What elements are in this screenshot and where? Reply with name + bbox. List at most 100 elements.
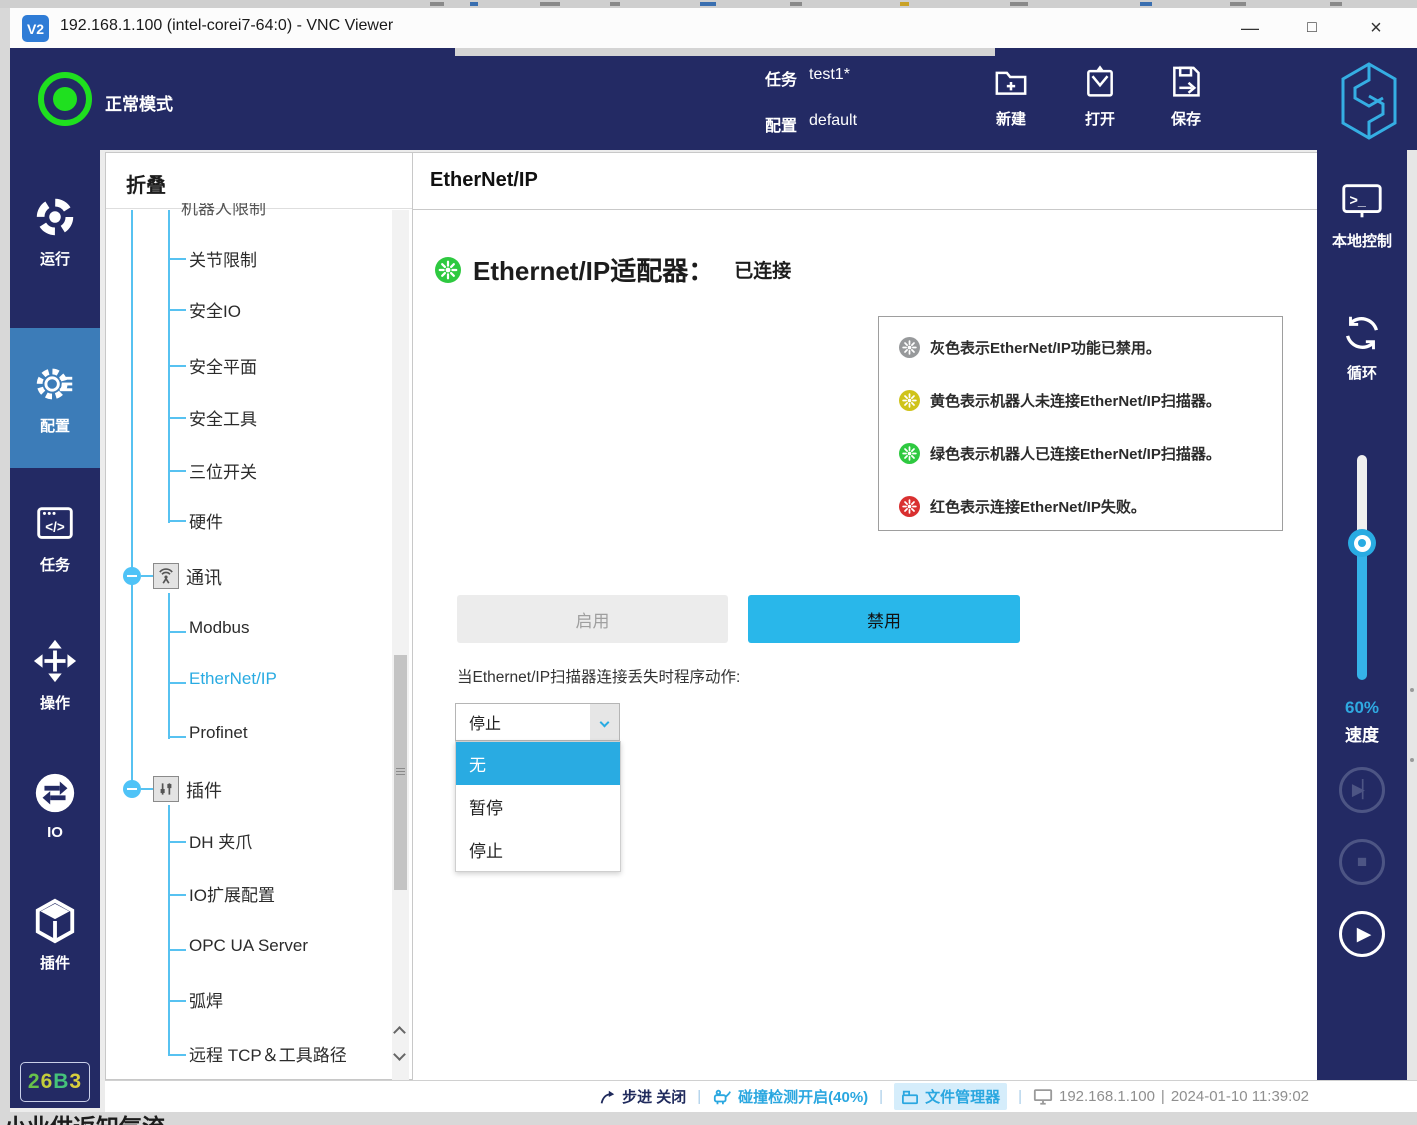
disable-button[interactable]: 禁用: [748, 595, 1020, 643]
select-chevron-box[interactable]: [590, 704, 619, 740]
scrollbar-thumb[interactable]: [394, 655, 407, 890]
tree-branch-line: [168, 593, 170, 739]
option-pause[interactable]: 暂停: [456, 785, 620, 828]
tree-item-modbus[interactable]: Modbus: [189, 618, 249, 644]
red-status-icon: [899, 496, 920, 517]
plugin-node-icon: [153, 776, 179, 802]
tree-item-safety-tool[interactable]: 安全工具: [189, 405, 257, 431]
main-content: EtherNet/IP Ethernet/IP适配器： 已连接 灰色表示Ethe…: [413, 152, 1317, 1080]
lost-connection-action-label: 当Ethernet/IP扫描器连接丢失时程序动作:: [457, 665, 740, 687]
save-button[interactable]: 保存: [1151, 58, 1221, 142]
tree-node-comm[interactable]: 通讯: [186, 564, 222, 590]
option-none[interactable]: 无: [456, 742, 620, 785]
gray-status-icon: [899, 337, 920, 358]
scroll-up-icon[interactable]: [393, 1026, 406, 1039]
folder-icon: [901, 1089, 919, 1105]
open-button[interactable]: 打开: [1065, 58, 1135, 142]
new-button[interactable]: 新建: [976, 58, 1046, 142]
step-arrow-icon: [598, 1088, 616, 1106]
loop-button[interactable]: 循环: [1317, 310, 1407, 383]
legend-infobox: 灰色表示EtherNet/IP功能已禁用。 黄色表示机器人未连接EtherNet…: [878, 316, 1283, 531]
app-window: 正常模式 任务 test1* 配置 default 新建 打开: [10, 48, 1417, 1112]
brand-logo: [1338, 60, 1400, 142]
tree-node-plugin[interactable]: 插件: [186, 777, 222, 803]
svg-text:>_: >_: [1350, 193, 1367, 209]
file-manager-button[interactable]: 文件管理器: [894, 1083, 1007, 1110]
speed-slider-fill[interactable]: [1357, 543, 1367, 680]
ip-address: 192.168.1.100: [1059, 1088, 1155, 1105]
maximize-button[interactable]: □: [1290, 8, 1334, 48]
sidebar-item-plugin[interactable]: 插件: [10, 876, 100, 994]
enable-button[interactable]: 启用: [457, 595, 728, 643]
tree-item-io-extension[interactable]: IO扩展配置: [189, 881, 275, 907]
green-status-icon: [899, 443, 920, 464]
collapse-toggle-plugin[interactable]: [123, 780, 141, 798]
tree-item-ethernet-ip[interactable]: EtherNet/IP: [189, 669, 277, 695]
config-row: 配置 default: [765, 112, 857, 136]
code-window-icon: </>: [32, 500, 78, 546]
open-icon: [1080, 62, 1120, 102]
datetime: 2024-01-10 11:39:02: [1171, 1088, 1309, 1105]
legend-row-yellow: 黄色表示机器人未连接EtherNet/IP扫描器。: [899, 388, 1221, 412]
speed-percent: 60%: [1317, 698, 1407, 718]
speed-slider-handle[interactable]: [1348, 529, 1376, 557]
separator: |: [879, 1088, 883, 1105]
mode-label: 正常模式: [105, 90, 173, 115]
collision-robot-icon: [712, 1088, 732, 1106]
scroll-down-icon[interactable]: [393, 1048, 406, 1061]
stop-button[interactable]: ■: [1339, 839, 1385, 885]
adapter-status-row: Ethernet/IP适配器： 已连接: [435, 251, 791, 288]
option-stop[interactable]: 停止: [456, 828, 620, 871]
config-tree-panel: 折叠 机器人限制 关节限制 安全IO 安全平面 安全工具 三位开关 硬件: [105, 152, 413, 1080]
separator: |: [1018, 1088, 1022, 1105]
cube-icon: [32, 898, 78, 944]
collision-detection-toggle[interactable]: 碰撞检测开启(40%): [712, 1086, 868, 1107]
sidebar-item-operate[interactable]: 操作: [10, 616, 100, 734]
tree-item-hardware[interactable]: 硬件: [189, 508, 223, 534]
task-value: test1*: [809, 66, 850, 90]
task-label: 任务: [765, 66, 797, 90]
adapter-status-value: 已连接: [734, 256, 791, 283]
cycle-icon: [1339, 310, 1385, 356]
collapse-toggle-comm[interactable]: [123, 567, 141, 585]
run-icon: [32, 194, 78, 240]
gear-icon: [32, 361, 78, 407]
comm-node-icon: [153, 563, 179, 589]
select-options-list: 无 暂停 停止: [455, 741, 621, 872]
tree-item-safety-io[interactable]: 安全IO: [189, 297, 241, 323]
play-button[interactable]: ▶: [1339, 911, 1385, 957]
program-action-select[interactable]: 停止: [455, 703, 620, 741]
tree-trunk-line: [131, 210, 133, 790]
legend-row-green: 绿色表示机器人已连接EtherNet/IP扫描器。: [899, 441, 1221, 465]
tree-item-arc-welding[interactable]: 弧焊: [189, 987, 223, 1013]
app-header: 正常模式 任务 test1* 配置 default 新建 打开: [10, 48, 1417, 150]
tree-item-dh-gripper[interactable]: DH 夹爪: [189, 828, 252, 854]
sidebar-item-io[interactable]: IO: [10, 746, 100, 864]
sidebar-item-run[interactable]: 运行: [10, 172, 100, 290]
close-button[interactable]: ×: [1354, 8, 1398, 48]
tree-item-clipped: 机器人限制: [181, 203, 301, 216]
move-arrows-icon: [32, 638, 78, 684]
tree-item-joint-limits[interactable]: 关节限制: [189, 246, 257, 272]
terminal-icon: >_: [1339, 178, 1385, 224]
remote-screen-edge: [1407, 150, 1417, 1080]
collapse-header[interactable]: 折叠: [106, 153, 412, 209]
step-forward-button[interactable]: ▶▏: [1339, 767, 1385, 813]
sidebar-item-task[interactable]: </> 任务: [10, 478, 100, 596]
tree-item-profinet[interactable]: Profinet: [189, 723, 248, 749]
svg-text:</>: </>: [45, 519, 65, 534]
left-sidebar: 运行 配置 </> 任务 操作: [10, 150, 100, 1108]
tree-item-opc-ua-server[interactable]: OPC UA Server: [189, 936, 308, 962]
right-sidebar: >_ 本地控制 循环 60% 速度 ▶▏ ■ ▶: [1317, 150, 1407, 1080]
tree-item-remote-tcp[interactable]: 远程 TCP＆工具路径: [189, 1041, 347, 1067]
tree-scrollbar[interactable]: [392, 210, 409, 1081]
tree-item-safety-plane[interactable]: 安全平面: [189, 353, 257, 379]
tree-item-three-position-switch[interactable]: 三位开关: [189, 458, 257, 484]
step-mode-toggle[interactable]: 步进 关闭: [598, 1086, 686, 1107]
new-folder-icon: [991, 62, 1031, 102]
adapter-label: Ethernet/IP适配器：: [473, 251, 714, 288]
local-control-button[interactable]: >_ 本地控制: [1317, 178, 1407, 251]
minimize-button[interactable]: —: [1228, 8, 1272, 48]
save-icon: [1166, 62, 1206, 102]
sidebar-item-config[interactable]: 配置: [10, 328, 100, 468]
